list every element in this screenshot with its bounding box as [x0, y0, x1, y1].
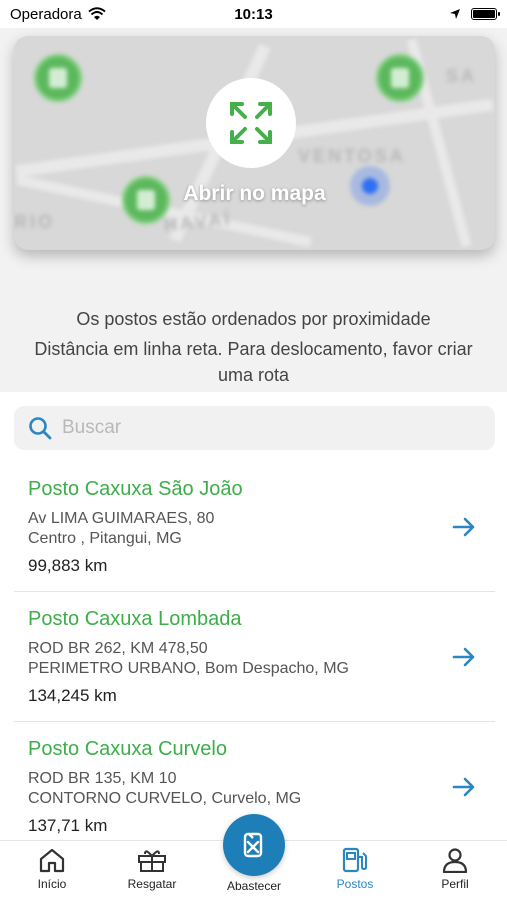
map-street-label: VENTOSA [298, 146, 406, 166]
tab-label: Resgatar [127, 877, 177, 891]
sorting-info-line: Os postos estão ordenados por proximidad… [76, 309, 431, 329]
station-distance: 137,71 km [28, 816, 108, 835]
map-preview[interactable]: VENTOSA HAVAÍ RIO SA Abrir no mapa [14, 36, 495, 250]
station-item[interactable]: Posto Caxuxa São João Av LIMA GUIMARAES,… [14, 462, 495, 592]
status-bar: Operadora 10:13 [0, 0, 507, 28]
open-map-button[interactable] [206, 78, 296, 168]
station-name[interactable]: Posto Caxuxa São João [28, 478, 243, 501]
battery-icon [471, 8, 500, 20]
tab-inicio[interactable]: Início [12, 841, 92, 900]
location-arrow-icon [450, 9, 460, 19]
station-map-pin [376, 54, 424, 102]
station-address: ROD BR 262, KM 478,50 [28, 640, 208, 657]
station-map-pin [34, 54, 82, 102]
arrow-right-icon[interactable] [451, 774, 477, 800]
tab-postos[interactable]: Postos [315, 841, 395, 900]
user-icon [442, 848, 468, 873]
station-distance: 99,883 km [28, 556, 108, 575]
station-icon [342, 847, 367, 873]
stations-list-panel: Posto Caxuxa São João Av LIMA GUIMARAES,… [0, 392, 507, 840]
carrier-label: Operadora [10, 5, 82, 23]
sorting-info: Os postos estão ordenados por proximidad… [0, 306, 507, 388]
fuel-pump-icon [243, 832, 263, 858]
search-input[interactable] [62, 417, 442, 439]
wifi-icon [88, 7, 106, 20]
tab-label: Postos [336, 877, 374, 891]
home-icon [39, 848, 65, 873]
station-name[interactable]: Posto Caxuxa Lombada [28, 608, 241, 631]
tab-label: Abastecer [226, 879, 282, 893]
search-bar[interactable] [14, 406, 495, 450]
refuel-fab-button[interactable] [223, 814, 285, 876]
station-name[interactable]: Posto Caxuxa Curvelo [28, 738, 227, 761]
arrow-right-icon[interactable] [451, 644, 477, 670]
station-city: PERIMETRO URBANO, Bom Despacho, MG [28, 660, 349, 677]
station-address: ROD BR 135, KM 10 [28, 770, 177, 787]
distance-info-line: Distância em linha reta. Para deslocamen… [34, 339, 473, 359]
expand-icon [230, 102, 272, 144]
distance-info-line: uma rota [217, 365, 290, 385]
tab-label: Início [37, 877, 67, 891]
gift-icon [138, 850, 166, 872]
tab-label: Perfil [441, 877, 469, 891]
station-item[interactable]: Posto Caxuxa Lombada ROD BR 262, KM 478,… [14, 592, 495, 722]
station-distance: 134,245 km [28, 686, 117, 705]
station-address: Av LIMA GUIMARAES, 80 [28, 510, 215, 527]
map-street-label: RIO [14, 212, 56, 232]
map-street-label: SA [446, 66, 478, 86]
tab-perfil[interactable]: Perfil [415, 841, 495, 900]
station-city: CONTORNO CURVELO, Curvelo, MG [28, 790, 302, 807]
arrow-right-icon[interactable] [451, 514, 477, 540]
station-city: Centro , Pitangui, MG [28, 530, 182, 547]
tab-resgatar[interactable]: Resgatar [112, 841, 192, 900]
open-map-label[interactable]: Abrir no mapa [14, 182, 495, 206]
search-icon [29, 417, 52, 440]
